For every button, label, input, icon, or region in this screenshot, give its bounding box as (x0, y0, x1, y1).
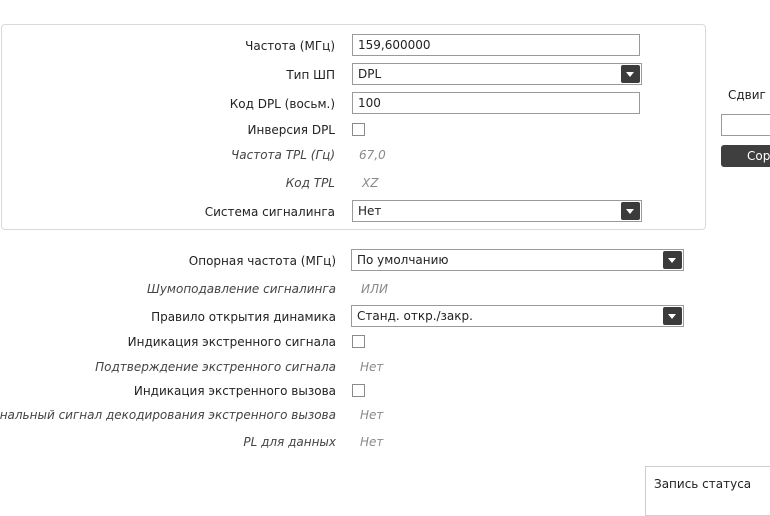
side-action-button[interactable]: Сор (721, 145, 770, 167)
reference-frequency-select[interactable]: По умолчанию (351, 249, 684, 271)
dpl-code-input[interactable] (352, 92, 640, 114)
pl-for-data-label: PL для данных (243, 435, 336, 449)
channel-settings-panel: Частота (МГц) Тип ШП DPL Код DPL (восьм.… (1, 24, 706, 230)
signaling-squelch-label: Шумоподавление сигналинга (146, 282, 336, 296)
emergency-signal-confirm-value: Нет (360, 360, 384, 374)
shift-input[interactable] (721, 114, 770, 136)
dpl-code-label: Код DPL (восьм.) (229, 97, 335, 111)
pl-for-data-value: Нет (360, 435, 384, 449)
squelch-type-value: DPL (358, 67, 382, 81)
signaling-system-label: Система сигналинга (204, 205, 335, 219)
frequency-input[interactable] (352, 34, 640, 56)
speaker-open-rule-label: Правило открытия динамика (151, 310, 336, 324)
reference-frequency-value: По умолчанию (357, 253, 449, 267)
reference-frequency-label: Опорная частота (МГц) (188, 254, 336, 268)
shift-label: Сдвиг (М (728, 88, 770, 102)
speaker-open-rule-select[interactable]: Станд. откр./закр. (351, 305, 684, 327)
tpl-code-label: Код TPL (285, 176, 335, 190)
emergency-signal-confirm-label: Подтверждение экстренного сигнала (95, 360, 336, 374)
chevron-down-icon (621, 65, 640, 83)
squelch-type-label: Тип ШП (286, 68, 335, 82)
emergency-call-indication-label: Индикация экстренного вызова (133, 384, 336, 398)
tpl-frequency-value: 67,0 (359, 148, 386, 162)
dpl-inversion-label: Инверсия DPL (247, 123, 336, 137)
chevron-down-icon (621, 202, 640, 220)
tpl-frequency-label: Частота TPL (Гц) (231, 148, 335, 162)
squelch-type-select[interactable]: DPL (352, 63, 642, 85)
status-log-box: Запись статуса (645, 466, 770, 516)
signaling-squelch-value: ИЛИ (361, 282, 388, 296)
emergency-signal-indication-checkbox[interactable] (352, 335, 365, 348)
emergency-call-indication-checkbox[interactable] (352, 384, 365, 397)
signaling-system-value: Нет (358, 204, 382, 218)
frequency-label: Частота (МГц) (245, 39, 335, 53)
status-log-label: Запись статуса (654, 477, 752, 491)
chevron-down-icon (663, 307, 682, 325)
emergency-signal-indication-label: Индикация экстренного сигнала (127, 335, 336, 349)
signaling-system-select[interactable]: Нет (352, 200, 642, 222)
emergency-call-tone-value: Нет (360, 408, 384, 422)
speaker-open-rule-value: Станд. откр./закр. (357, 309, 473, 323)
emergency-call-tone-label: Тональный сигнал декодирования экстренно… (0, 408, 336, 422)
chevron-down-icon (663, 251, 682, 269)
tpl-code-value: XZ (362, 176, 379, 190)
dpl-inversion-checkbox[interactable] (352, 123, 365, 136)
